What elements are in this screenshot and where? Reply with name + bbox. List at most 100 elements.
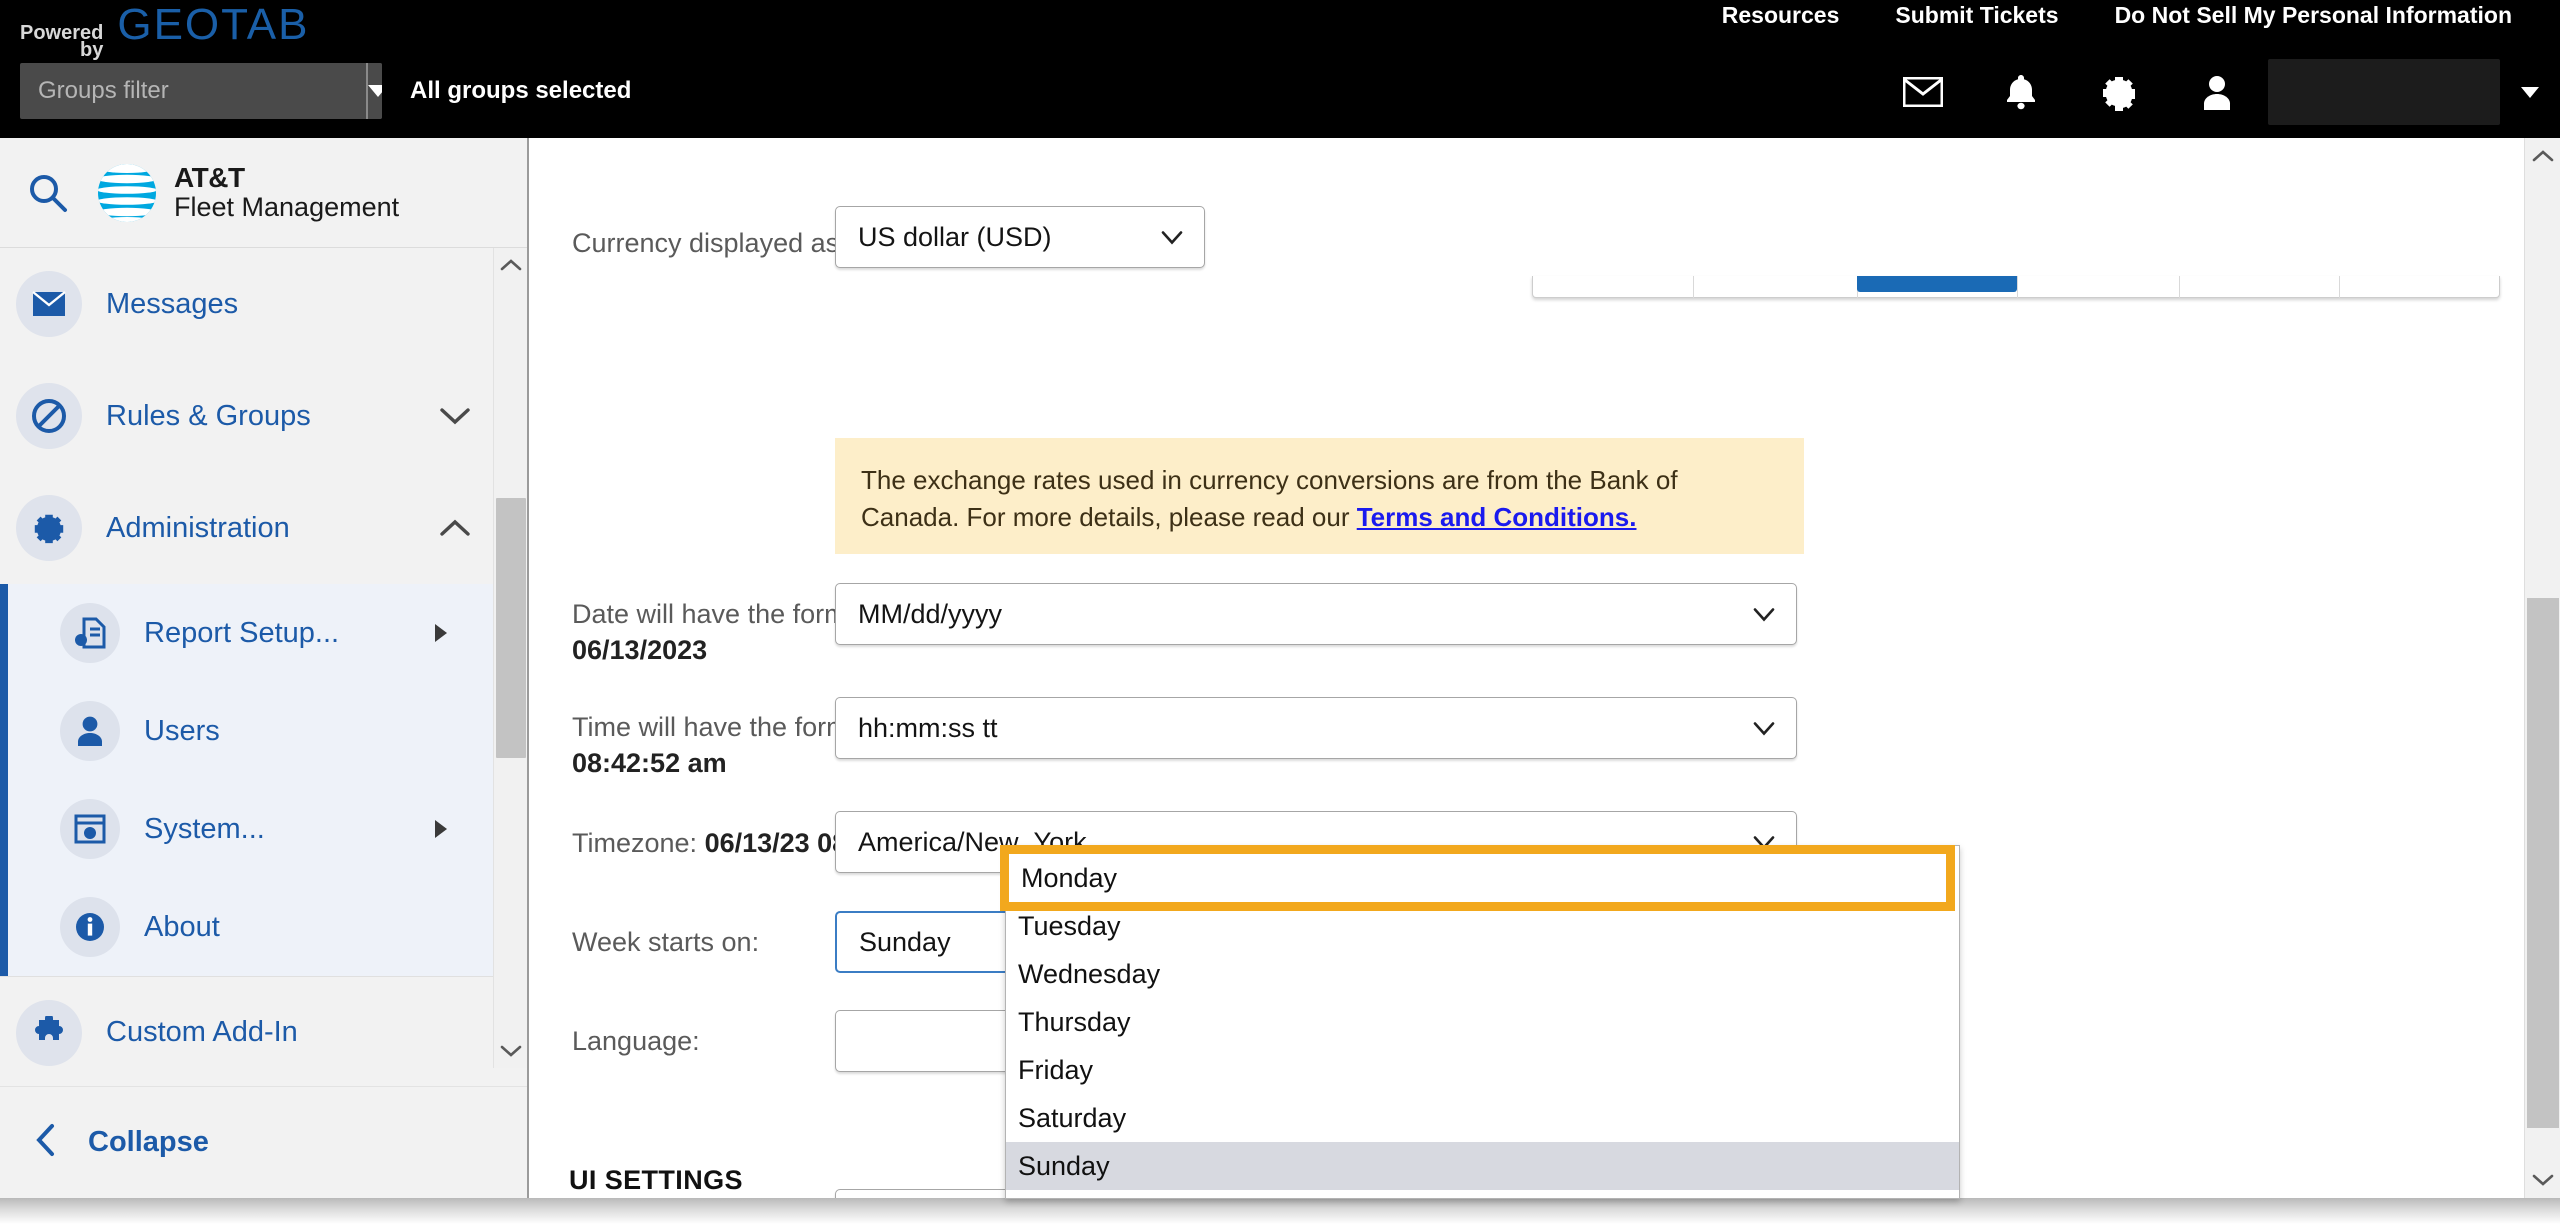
groups-filter-dropdown-button[interactable]	[366, 63, 382, 119]
time-format-label: Time will have the format: 08:42:52 am	[572, 710, 879, 782]
powered-by-line2: by	[80, 39, 104, 61]
language-label: Language:	[572, 1026, 700, 1056]
button-group-divider	[1693, 276, 1694, 298]
sidebar-item-administration[interactable]: Administration	[0, 472, 527, 584]
sidebar-nav-list: Messages Rules & Groups Administration R…	[0, 248, 527, 1068]
prohibited-icon	[16, 383, 82, 449]
user-avatar-icon[interactable]	[2168, 56, 2266, 128]
sidebar-item-system[interactable]: System...	[8, 780, 527, 878]
chevron-right-icon	[435, 820, 447, 838]
sidebar-scroll-thumb[interactable]	[496, 498, 526, 758]
dropdown-option-friday[interactable]: Friday	[1006, 1046, 1959, 1094]
mail-icon[interactable]	[1874, 56, 1972, 128]
user-icon	[60, 701, 120, 761]
sidebar-item-rules-and-groups[interactable]: Rules & Groups	[0, 360, 527, 472]
main-scroll-thumb[interactable]	[2527, 598, 2559, 1128]
chevron-down-icon	[368, 85, 382, 97]
window-bottom-edge	[0, 1198, 2560, 1224]
main-scroll-up-button[interactable]	[2525, 138, 2560, 174]
top-icon-group	[1874, 56, 2560, 128]
groups-filter-area: All groups selected	[20, 63, 631, 119]
geotab-logo-text: GEOTAB	[117, 0, 310, 49]
administration-submenu: Report Setup... Users System... About	[0, 584, 527, 976]
dropdown-option-sunday[interactable]: Sunday	[1006, 1142, 1959, 1190]
currency-exchange-note: The exchange rates used in currency conv…	[835, 438, 1804, 554]
geotab-brand: Powered by GEOTAB	[20, 0, 310, 61]
chevron-right-icon	[435, 624, 447, 642]
top-nav-links: Resources Submit Tickets Do Not Sell My …	[1694, 2, 2540, 29]
sidebar-item-messages[interactable]: Messages	[0, 248, 527, 360]
sidebar-item-users[interactable]: Users	[8, 682, 527, 780]
sidebar-collapse-label: Collapse	[88, 1126, 209, 1158]
week-starts-on-label: Week starts on:	[572, 927, 760, 957]
time-format-label-text: Time will have the format:	[572, 712, 879, 742]
chevron-down-icon	[439, 406, 471, 426]
info-icon	[60, 897, 120, 957]
sidebar-item-report-setup[interactable]: Report Setup...	[8, 584, 527, 682]
monday-option-label[interactable]: Monday	[1021, 854, 1117, 902]
currency-label: Currency displayed as:	[572, 228, 847, 258]
sidebar-item-label: Rules & Groups	[106, 399, 311, 432]
left-sidebar: AT&T Fleet Management Messages Rules & G…	[0, 138, 529, 1198]
button-group-divider	[2017, 276, 2018, 298]
currency-select[interactable]: US dollar (USD)	[835, 206, 1205, 268]
chevron-left-icon	[34, 1122, 58, 1163]
button-group-active-segment[interactable]	[1857, 276, 2017, 292]
main-scrollbar[interactable]	[2524, 138, 2560, 1198]
resources-link[interactable]: Resources	[1694, 2, 1868, 29]
date-format-label-text: Date will have the format:	[572, 599, 877, 629]
time-format-select[interactable]: hh:mm:ss tt	[835, 697, 1797, 759]
do-not-sell-link[interactable]: Do Not Sell My Personal Information	[2087, 2, 2540, 29]
att-brand-line1: AT&T	[174, 161, 245, 193]
powered-by-label: Powered by	[20, 21, 104, 61]
notifications-bell-icon[interactable]	[1972, 56, 2070, 128]
sidebar-item-label: Custom Add-In	[106, 1016, 298, 1048]
user-menu-chevron-down-icon[interactable]	[2500, 56, 2560, 128]
sidebar-item-label: Users	[144, 714, 220, 747]
system-icon	[60, 799, 120, 859]
sidebar-item-label: About	[144, 910, 220, 943]
chevron-down-icon	[1752, 599, 1776, 630]
report-setup-icon	[60, 603, 120, 663]
time-format-sample: 08:42:52 am	[572, 747, 727, 778]
user-name-field[interactable]	[2268, 59, 2500, 125]
sidebar-scroll-down-button[interactable]	[494, 1034, 528, 1068]
groups-filter-control[interactable]	[20, 63, 382, 119]
dropdown-option-wednesday[interactable]: Wednesday	[1006, 950, 1959, 998]
sidebar-item-custom-add-in[interactable]: Custom Add-In	[0, 976, 527, 1068]
settings-gear-icon[interactable]	[2070, 56, 2168, 128]
currency-select-value: US dollar (USD)	[858, 221, 1052, 252]
search-icon[interactable]	[0, 172, 96, 214]
sidebar-item-label: Administration	[106, 511, 290, 544]
chevron-down-icon	[1160, 222, 1184, 253]
groups-filter-input[interactable]	[20, 63, 366, 119]
att-brand-line2: Fleet Management	[174, 192, 400, 223]
dropdown-option-thursday[interactable]: Thursday	[1006, 998, 1959, 1046]
date-format-select-value: MM/dd/yyyy	[858, 598, 1003, 629]
chevron-up-icon	[439, 518, 471, 538]
dropdown-bottom-pad	[1006, 1190, 1959, 1198]
button-group-divider	[2179, 276, 2180, 298]
date-format-label: Date will have the format: 06/13/2023	[572, 597, 877, 669]
submit-tickets-link[interactable]: Submit Tickets	[1867, 2, 2086, 29]
top-button-group[interactable]	[1532, 276, 2500, 298]
terms-and-conditions-link[interactable]: Terms and Conditions.	[1357, 502, 1637, 532]
week-starts-on-value: Sunday	[859, 926, 951, 957]
button-group-divider	[2339, 276, 2340, 298]
sidebar-collapse-button[interactable]: Collapse	[0, 1086, 527, 1198]
date-format-select[interactable]: MM/dd/yyyy	[835, 583, 1797, 645]
envelope-icon	[16, 271, 82, 337]
monday-option-background	[1009, 854, 1946, 902]
sidebar-item-about[interactable]: About	[8, 878, 527, 976]
gear-icon	[16, 495, 82, 561]
att-brand-text: AT&T Fleet Management	[174, 161, 400, 223]
main-scroll-down-button[interactable]	[2525, 1162, 2560, 1198]
puzzle-icon	[16, 999, 82, 1066]
sidebar-scroll-up-button[interactable]	[494, 248, 527, 282]
ui-settings-heading: UI SETTINGS	[569, 1165, 743, 1195]
dropdown-option-saturday[interactable]: Saturday	[1006, 1094, 1959, 1142]
sidebar-scrollbar[interactable]	[493, 248, 527, 1068]
timezone-label-text: Timezone:	[572, 828, 705, 858]
dropdown-option-tuesday[interactable]: Tuesday	[1006, 902, 1959, 950]
date-format-sample: 06/13/2023	[572, 634, 708, 665]
